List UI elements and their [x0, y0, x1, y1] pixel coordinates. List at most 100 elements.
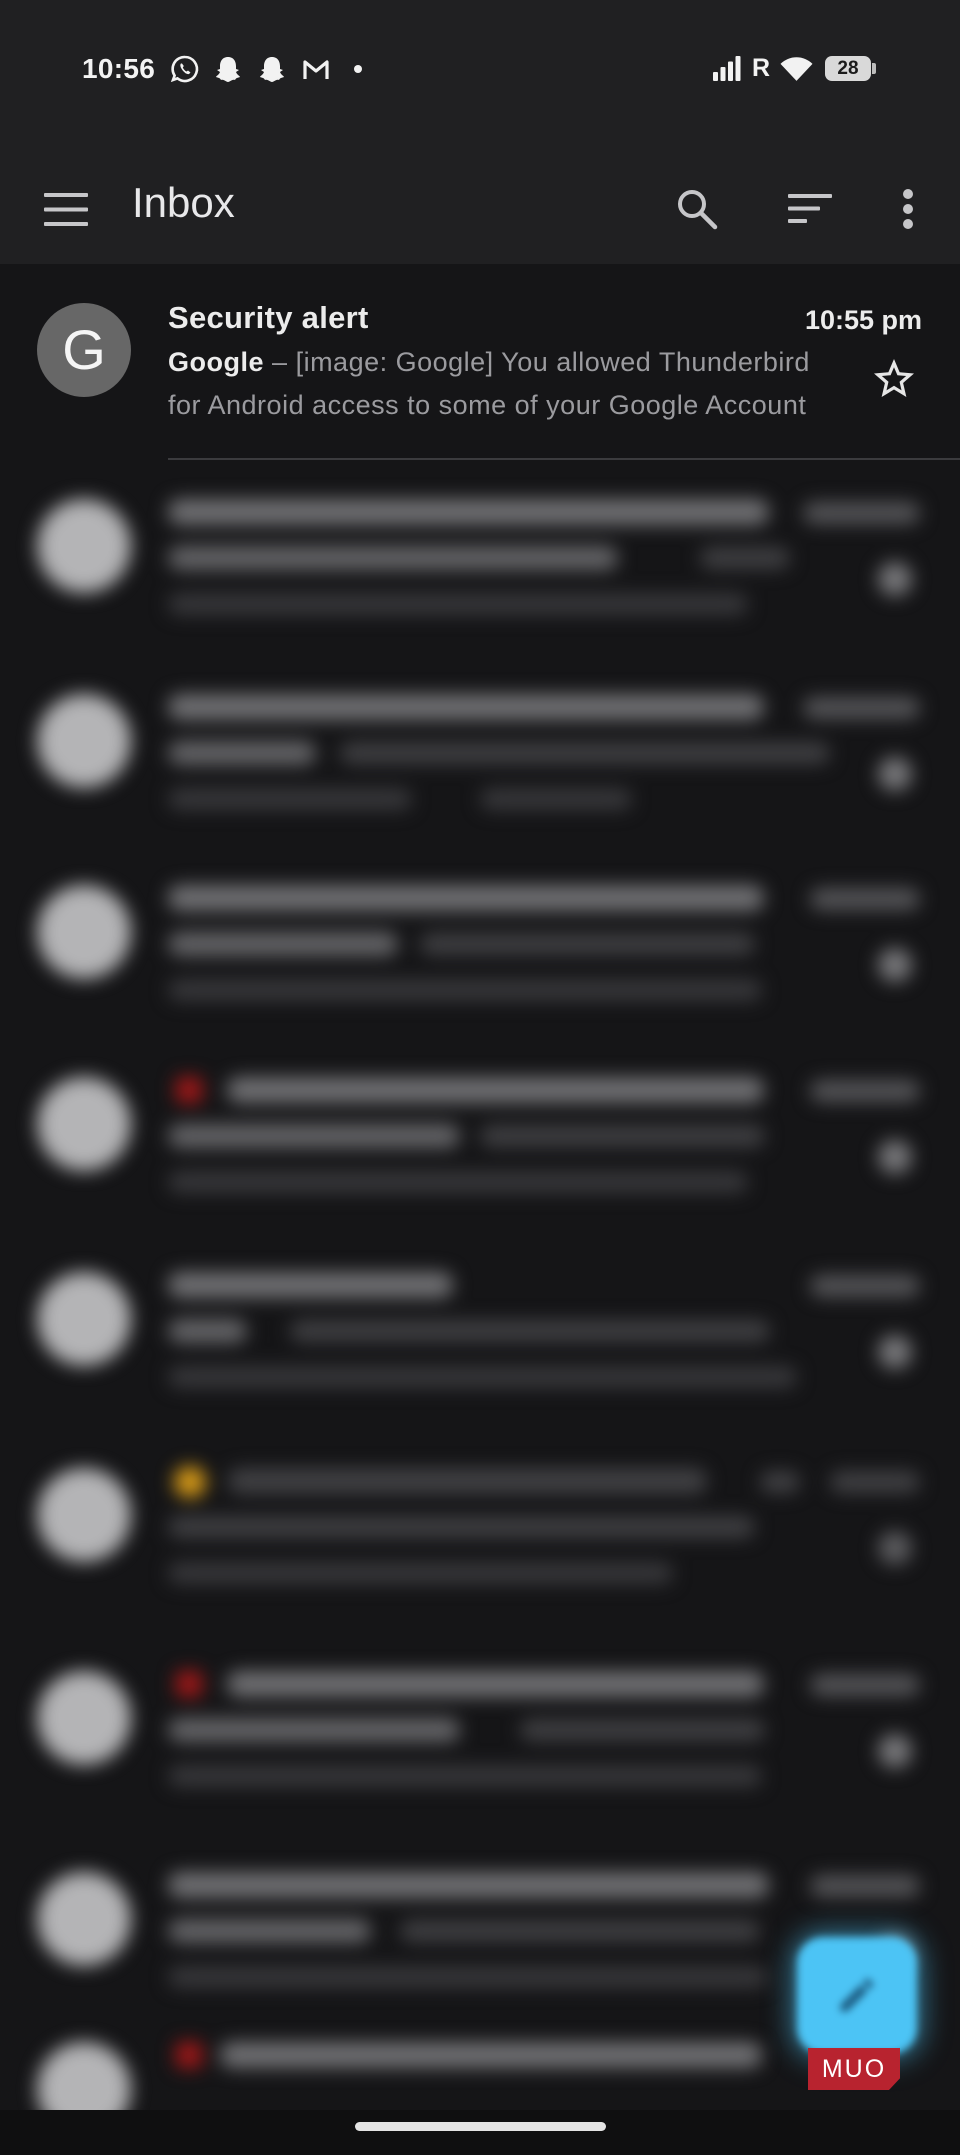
inbox-screen: 10:56 R 28 Inbox G Security alert 10:55 …	[0, 0, 960, 2155]
obscured-text	[228, 1468, 707, 1494]
message-row-obscured[interactable]	[0, 644, 960, 838]
obscured-text	[168, 741, 316, 765]
obscured-text	[168, 885, 764, 911]
signal-bars-icon	[713, 56, 741, 81]
message-row[interactable]: G Security alert 10:55 pm Google – [imag…	[0, 264, 960, 460]
message-row-obscured[interactable]	[0, 1418, 960, 1612]
obscured-text	[168, 1124, 460, 1148]
obscured-text	[168, 1718, 460, 1742]
obscured-text	[700, 547, 790, 569]
more-vert-icon[interactable]	[900, 187, 916, 231]
obscured-text	[480, 1125, 765, 1147]
sort-icon[interactable]	[788, 194, 832, 224]
message-row-obscured[interactable]	[0, 835, 960, 1029]
obscured-text	[810, 1275, 920, 1297]
obscured-text	[168, 1872, 769, 1898]
avatar-obscured	[37, 694, 131, 788]
obscured-text	[168, 1966, 768, 1988]
star-icon[interactable]	[870, 355, 918, 403]
obscured-text	[168, 1516, 755, 1538]
obscured-text	[520, 1719, 765, 1741]
obscured-text	[810, 1674, 920, 1696]
star-icon[interactable]	[878, 1531, 912, 1565]
emoji-icon	[174, 1466, 206, 1498]
obscured-text	[168, 1919, 371, 1943]
wifi-icon	[780, 57, 813, 81]
obscured-text	[168, 546, 618, 570]
obscured-text	[227, 1671, 764, 1697]
compose-button[interactable]	[797, 1937, 917, 2054]
avatar-obscured	[37, 1272, 131, 1366]
app-header: 10:56 R 28 Inbox	[0, 0, 960, 264]
notification-dot-icon	[354, 65, 362, 73]
search-icon[interactable]	[676, 188, 718, 230]
message-row-obscured[interactable]	[0, 1621, 960, 1815]
message-sender: Google	[168, 347, 264, 377]
menu-icon[interactable]	[44, 193, 88, 226]
obscured-text	[290, 1320, 770, 1342]
sender-avatar[interactable]: G	[37, 303, 131, 397]
obscured-text	[168, 694, 764, 720]
star-icon[interactable]	[878, 562, 912, 596]
status-bar: 10:56 R 28	[0, 0, 960, 137]
obscured-text	[168, 1319, 247, 1343]
obscured-text	[400, 1920, 760, 1942]
message-row-obscured[interactable]	[0, 449, 960, 643]
star-icon[interactable]	[878, 1734, 912, 1768]
battery-terminal	[872, 63, 876, 74]
avatar-obscured	[37, 499, 131, 593]
label-icon	[176, 1077, 202, 1103]
obscured-text	[168, 1171, 748, 1193]
obscured-text	[420, 933, 755, 955]
obscured-text	[480, 788, 632, 810]
obscured-text	[803, 502, 920, 524]
snapchat-icon	[216, 57, 240, 82]
star-icon[interactable]	[878, 948, 912, 982]
obscured-text	[340, 742, 830, 764]
message-subject: Security alert	[168, 300, 369, 335]
obscured-text	[168, 593, 748, 615]
message-snippet: [image: Google] You allowed Thunderbird …	[168, 347, 810, 420]
pencil-icon	[840, 1978, 874, 2012]
avatar-obscured	[37, 1872, 131, 1966]
page-title: Inbox	[132, 179, 235, 226]
star-icon[interactable]	[878, 1140, 912, 1174]
label-icon	[176, 2042, 202, 2068]
home-gesture-handle[interactable]	[355, 2122, 606, 2131]
obscured-text	[168, 1366, 797, 1388]
obscured-text	[227, 1077, 764, 1103]
message-preview: Google – [image: Google] You allowed Thu…	[168, 341, 833, 427]
battery-icon: 28	[825, 56, 871, 81]
obscured-text	[220, 2042, 762, 2068]
star-icon[interactable]	[878, 1335, 912, 1369]
obscured-text	[830, 1471, 920, 1493]
star-icon[interactable]	[878, 757, 912, 791]
network-label: R	[752, 54, 771, 82]
obscured-text	[168, 499, 769, 525]
obscured-text	[810, 1080, 920, 1102]
label-icon	[176, 1671, 202, 1697]
avatar-obscured	[37, 1468, 131, 1562]
obscured-text	[168, 1562, 673, 1584]
obscured-text	[168, 1272, 453, 1298]
whatsapp-icon	[170, 55, 199, 83]
obscured-text	[168, 1765, 762, 1787]
avatar-obscured	[37, 1671, 131, 1765]
avatar-obscured	[37, 1077, 131, 1171]
obscured-text	[803, 697, 920, 719]
obscured-text	[810, 888, 920, 910]
obscured-text	[810, 1875, 920, 1897]
message-row-obscured[interactable]	[0, 1222, 960, 1416]
gmail-icon	[303, 60, 329, 79]
watermark-logo: MUO	[808, 2048, 900, 2090]
avatar-letter: G	[62, 318, 106, 381]
message-row-obscured[interactable]	[0, 1027, 960, 1221]
message-list: G Security alert 10:55 pm Google – [imag…	[0, 264, 960, 2110]
snapchat-icon	[260, 57, 284, 82]
preview-separator: –	[272, 347, 288, 377]
status-time: 10:56	[82, 53, 156, 84]
obscured-text	[168, 788, 412, 810]
avatar-obscured	[37, 885, 131, 979]
system-navigation-bar	[0, 2110, 960, 2155]
obscured-text	[760, 1471, 800, 1493]
